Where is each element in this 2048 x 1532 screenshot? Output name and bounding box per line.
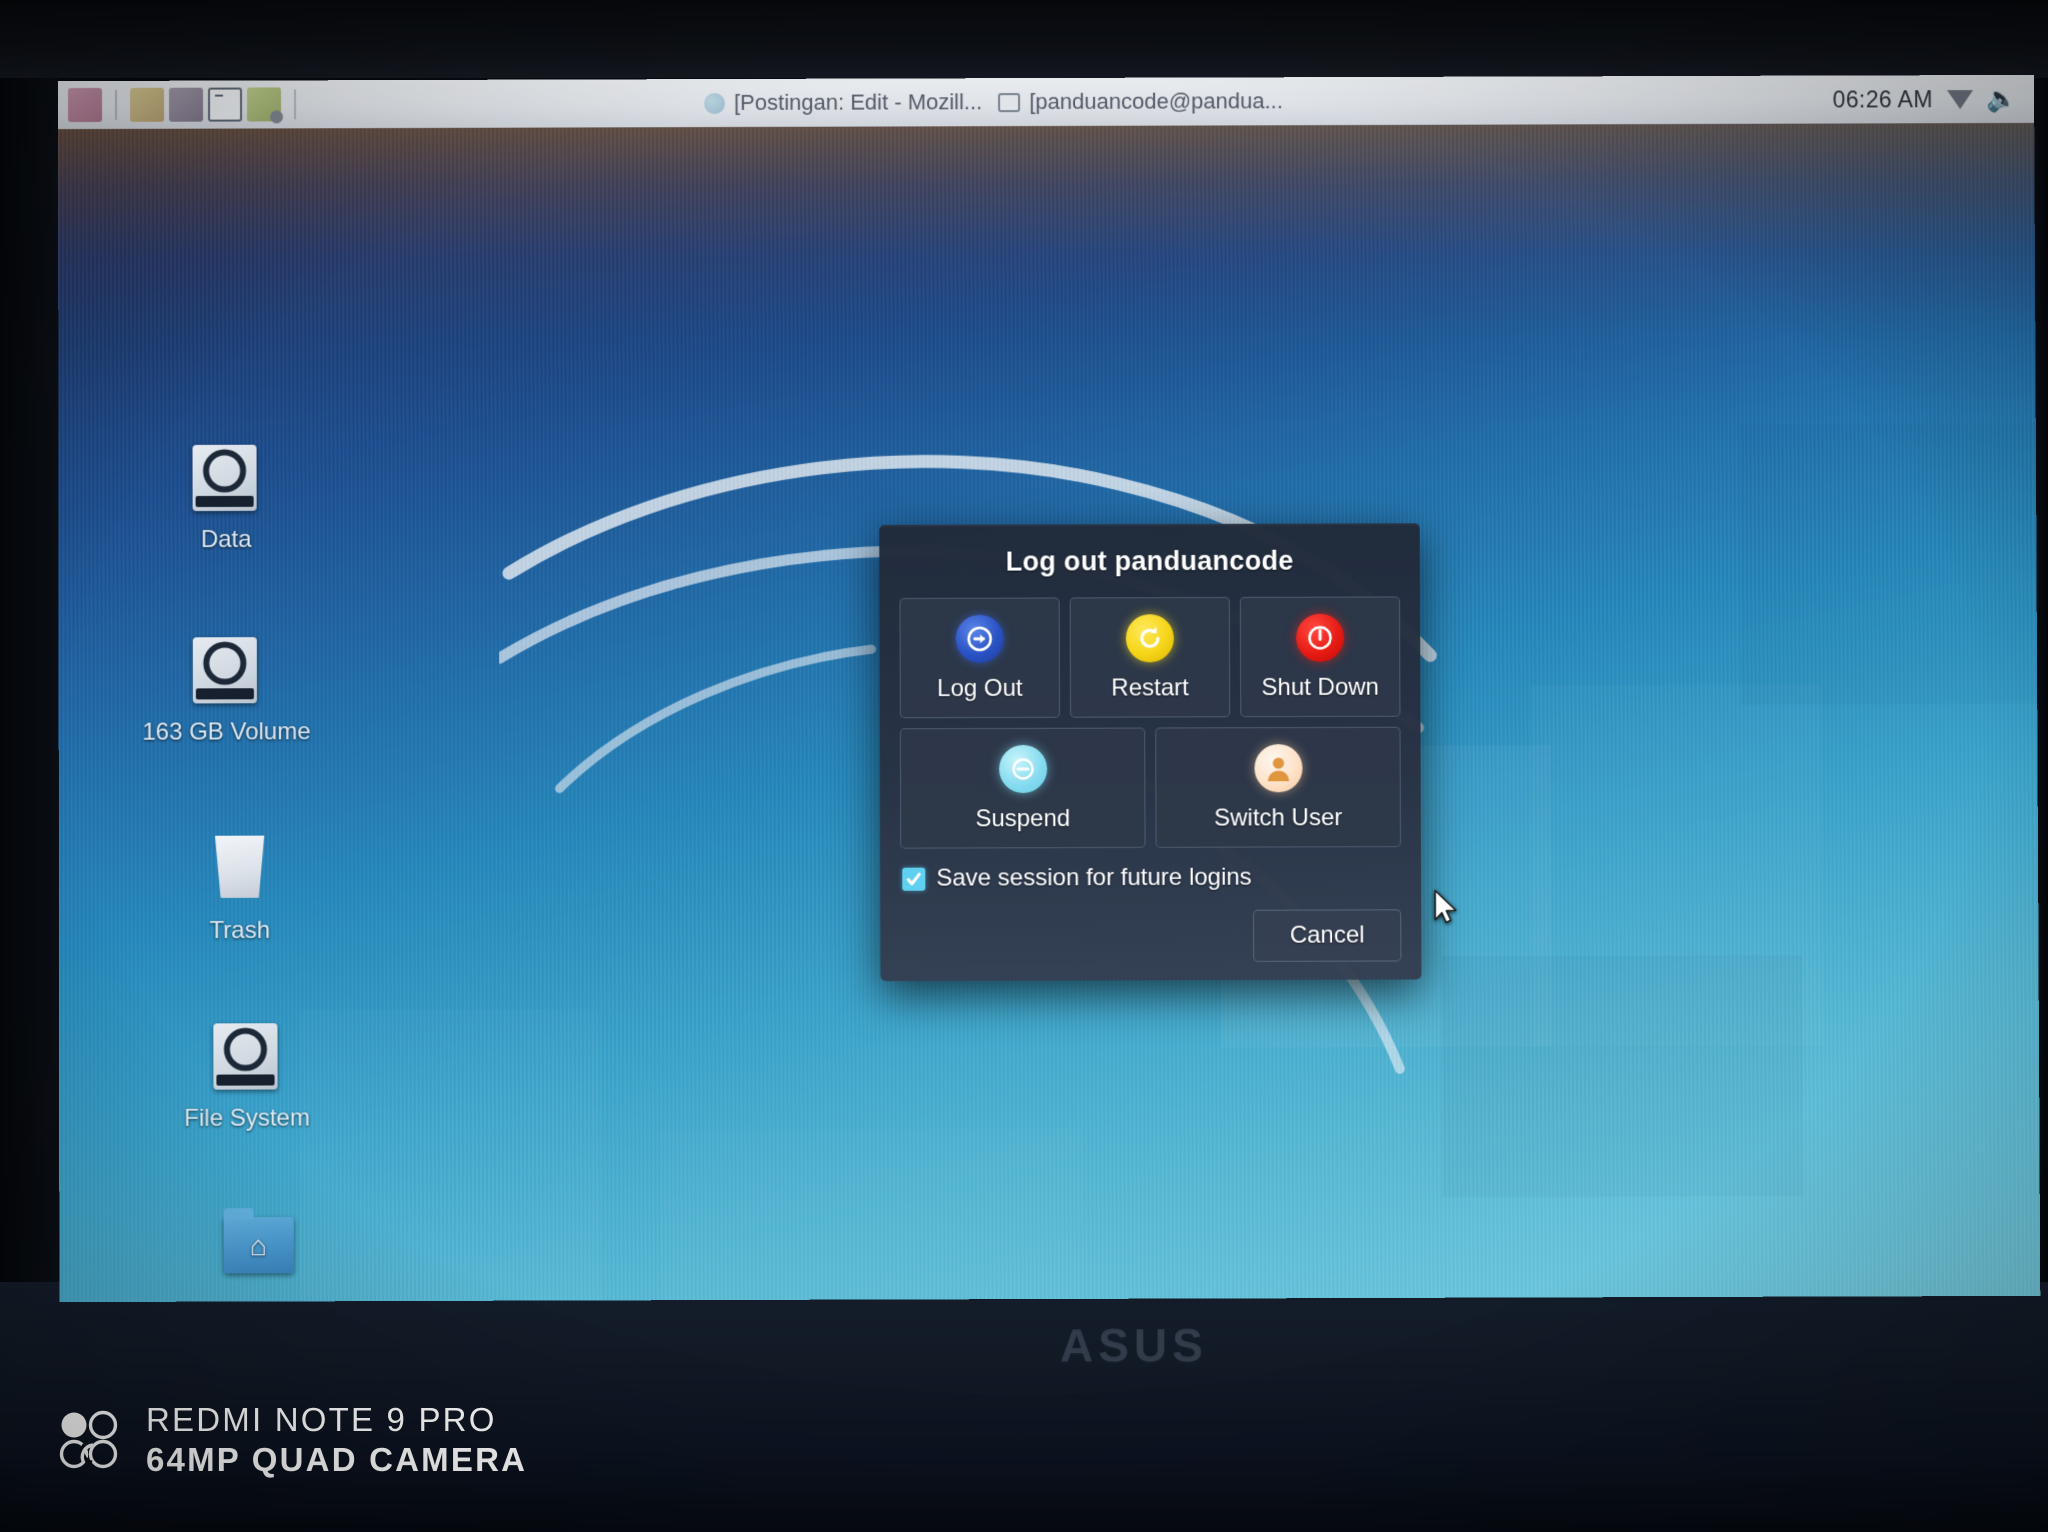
suspend-icon xyxy=(999,745,1047,793)
restart-button[interactable]: Restart xyxy=(1070,597,1231,718)
restart-button-label: Restart xyxy=(1077,674,1223,703)
desktop-icon-trash[interactable]: Trash xyxy=(147,831,332,945)
desktop-wallpaper[interactable]: Data 163 GB Volume Trash File System ⌂ H… xyxy=(58,123,2040,1302)
home-folder-icon: ⌂ xyxy=(223,1217,291,1286)
dialog-action-row-1: Log Out Restart Shut Down xyxy=(899,596,1400,718)
suspend-button-label: Suspend xyxy=(907,805,1138,834)
desktop-icon-home[interactable]: ⌂ Home xyxy=(165,1209,351,1302)
switch-user-button[interactable]: Switch User xyxy=(1155,727,1401,848)
launcher-1-icon[interactable] xyxy=(68,88,102,122)
photograph-of-laptop-screen: ASUS [Postingan: Edit - Mozill... [pandu… xyxy=(0,0,2048,1532)
panel-separator xyxy=(294,89,296,119)
logout-button[interactable]: Log Out xyxy=(899,597,1060,718)
laptop-screen: [Postingan: Edit - Mozill... [panduancod… xyxy=(58,75,2040,1302)
firefox-icon xyxy=(704,93,725,114)
volume-icon[interactable]: 🔈 xyxy=(1987,86,2018,111)
launcher-terminal-icon[interactable] xyxy=(208,88,242,122)
taskbar-button-terminal-label: [panduancode@pandua... xyxy=(1029,88,1283,115)
logout-dialog: Log out panduancode Log Out Restart Shut… xyxy=(879,523,1421,981)
panel-launcher-group xyxy=(68,87,304,122)
dialog-title: Log out panduancode xyxy=(899,545,1400,578)
camera-watermark: REDMI NOTE 9 PRO 64MP QUAD CAMERA xyxy=(58,1400,527,1481)
laptop-bezel-top xyxy=(0,0,2048,78)
xfce-top-panel: [Postingan: Edit - Mozill... [panduancod… xyxy=(58,75,2034,129)
camera-watermark-text: REDMI NOTE 9 PRO 64MP QUAD CAMERA xyxy=(146,1400,527,1481)
camera-model-label: REDMI NOTE 9 PRO xyxy=(146,1400,527,1440)
desktop-icon-data[interactable]: Data xyxy=(133,445,318,555)
redmi-quad-camera-logo-icon xyxy=(58,1409,120,1471)
suspend-button[interactable]: Suspend xyxy=(900,728,1146,849)
launcher-5-icon[interactable] xyxy=(247,87,281,121)
asus-brand-logo: ASUS xyxy=(1060,1318,1208,1372)
laptop-bezel-left xyxy=(0,0,58,1320)
desktop-icon-data-label: Data xyxy=(134,525,319,555)
shutdown-button-label: Shut Down xyxy=(1247,674,1393,703)
network-icon[interactable] xyxy=(1947,90,1973,109)
taskbar-button-firefox-label: [Postingan: Edit - Mozill... xyxy=(734,89,982,116)
switch-user-icon xyxy=(1254,744,1302,792)
save-session-checkbox[interactable] xyxy=(902,867,925,890)
logout-button-label: Log Out xyxy=(907,675,1053,704)
launcher-3-icon[interactable] xyxy=(169,88,203,122)
logout-icon xyxy=(956,615,1004,663)
system-tray: 06:26 AM 🔈 xyxy=(1833,85,2025,113)
window-task-list: [Postingan: Edit - Mozill... [panduancod… xyxy=(704,88,1283,116)
launcher-2-icon[interactable] xyxy=(130,88,164,122)
desktop-icon-trash-label: Trash xyxy=(147,916,332,946)
panel-clock[interactable]: 06:26 AM xyxy=(1833,86,1934,113)
dialog-action-row-2: Suspend Switch User xyxy=(900,727,1401,849)
cancel-button[interactable]: Cancel xyxy=(1253,909,1401,962)
desktop-icon-file-system-label: File System xyxy=(154,1103,339,1133)
switch-user-button-label: Switch User xyxy=(1162,804,1393,833)
dialog-footer: Cancel xyxy=(900,909,1401,963)
drive-icon xyxy=(192,637,260,705)
taskbar-button-terminal[interactable]: [panduancode@pandua... xyxy=(998,88,1283,115)
desktop-icon-file-system[interactable]: File System xyxy=(154,1023,340,1133)
camera-sensor-label: 64MP QUAD CAMERA xyxy=(146,1440,527,1480)
desktop-icon-163gb-volume-label: 163 GB Volume xyxy=(134,717,319,747)
taskbar-button-firefox[interactable]: [Postingan: Edit - Mozill... xyxy=(704,89,982,116)
save-session-label: Save session for future logins xyxy=(936,864,1251,893)
panel-separator xyxy=(115,90,117,120)
drive-icon xyxy=(192,445,260,513)
shutdown-button[interactable]: Shut Down xyxy=(1240,596,1401,717)
shutdown-icon xyxy=(1296,614,1344,662)
desktop-icon-163gb-volume[interactable]: 163 GB Volume xyxy=(134,637,319,747)
save-session-row[interactable]: Save session for future logins xyxy=(900,863,1401,893)
restart-icon xyxy=(1126,614,1174,662)
trash-icon xyxy=(206,836,274,904)
drive-icon xyxy=(213,1023,281,1091)
terminal-icon xyxy=(998,93,1020,112)
